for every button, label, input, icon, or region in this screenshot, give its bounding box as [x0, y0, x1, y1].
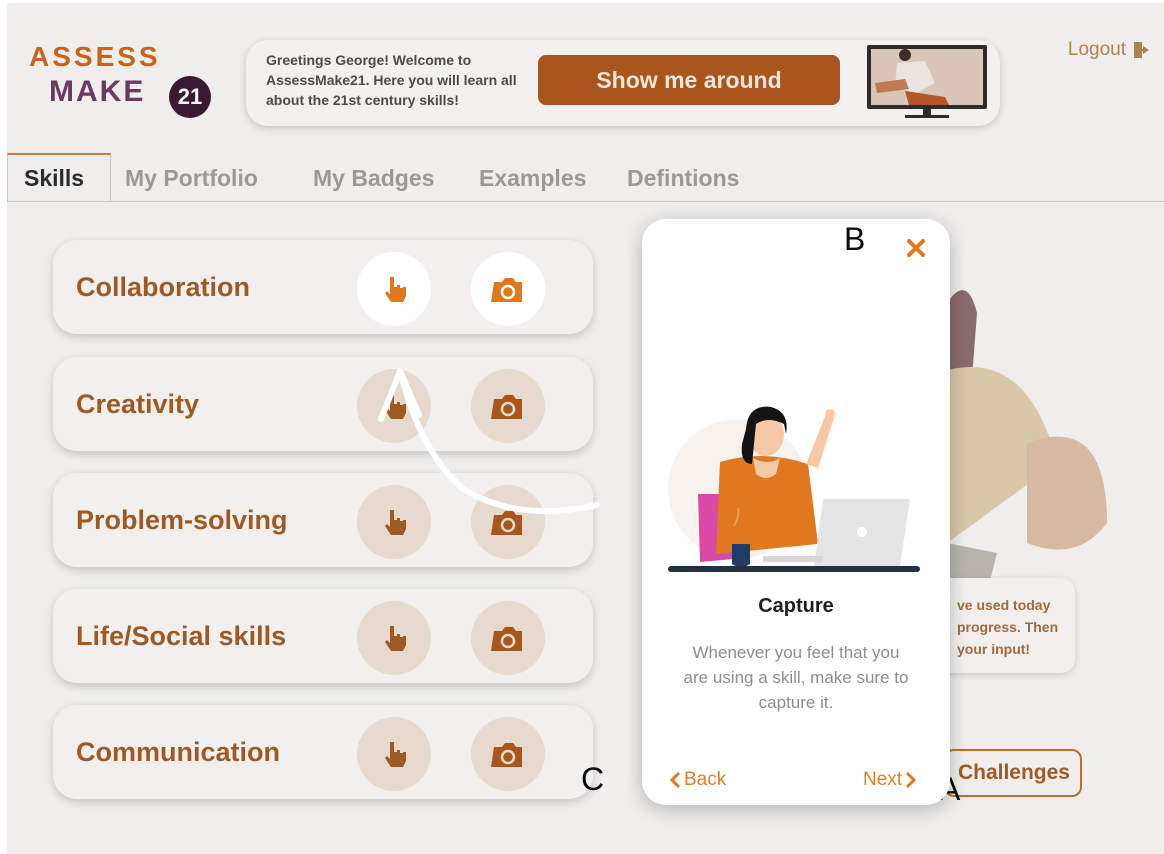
chevron-left-icon	[669, 771, 681, 789]
logo: ASSESS MAKE 21	[29, 41, 219, 121]
tab-definitions[interactable]: Defintions	[627, 165, 739, 192]
annotation-marker-b: B	[844, 221, 866, 257]
tab-examples[interactable]: Examples	[479, 165, 586, 192]
chevron-right-icon	[906, 771, 917, 789]
tab-my-portfolio[interactable]: My Portfolio	[125, 165, 258, 192]
hand-pointer-icon	[385, 742, 406, 767]
tutorial-arrow	[378, 368, 600, 515]
skill-card-collaboration: Collaboration	[53, 240, 593, 334]
skill-label: Communication	[76, 736, 281, 767]
skill-label: Problem-solving	[76, 504, 288, 535]
logo-badge: 21	[169, 76, 211, 118]
tab-my-badges[interactable]: My Badges	[313, 165, 434, 192]
background-info-card: ve used today progress. Then your input!	[933, 578, 1075, 673]
hand-pointer-button[interactable]	[357, 717, 431, 791]
logo-text-assess: ASSESS	[29, 41, 161, 72]
tutorial-modal: B Capture Whenever you feel that you are…	[642, 219, 950, 805]
main-tabs: Skills My Portfolio My Badges Examples D…	[7, 153, 1164, 202]
camera-icon	[491, 278, 522, 302]
skill-label: Life/Social skills	[76, 620, 287, 651]
back-label: Back	[684, 769, 727, 790]
hand-pointer-icon	[385, 277, 406, 302]
camera-button[interactable]	[471, 252, 545, 326]
hand-pointer-button[interactable]	[357, 252, 431, 326]
skill-label: Creativity	[76, 388, 200, 419]
monitor-illustration	[867, 45, 987, 118]
annotation-marker-c: C	[581, 761, 605, 797]
background-info-text: ve used today progress. Then your input!	[957, 597, 1059, 657]
hand-pointer-button[interactable]	[357, 601, 431, 675]
next-button[interactable]: Next	[863, 769, 917, 791]
camera-button[interactable]	[471, 601, 545, 675]
greeting-banner: Greetings George! Welcome to AssessMake2…	[246, 40, 1000, 126]
logout-label: Logout	[1067, 39, 1126, 60]
logout-icon	[1134, 42, 1149, 58]
logo-text-make: MAKE	[49, 75, 146, 108]
challenges-button[interactable]: Challenges	[944, 749, 1082, 797]
camera-icon	[491, 627, 522, 651]
app-frame: ASSESS MAKE 21 Greetings George! Welcome…	[7, 3, 1164, 854]
tab-skills[interactable]: Skills	[7, 153, 112, 201]
camera-icon	[491, 743, 522, 767]
camera-button[interactable]	[471, 717, 545, 791]
skill-card-life-social-skills: Life/Social skills	[53, 589, 593, 683]
modal-title: Capture	[758, 595, 834, 617]
hand-pointer-icon	[385, 626, 406, 651]
show-me-around-button[interactable]: Show me around	[538, 55, 840, 105]
logout-button[interactable]: Logout	[1068, 39, 1152, 61]
modal-body: Whenever you feel that you are using a s…	[683, 643, 909, 712]
capture-illustration	[668, 406, 920, 572]
skill-label: Collaboration	[76, 271, 250, 302]
skill-card-communication: Communication	[53, 705, 593, 799]
back-button[interactable]: Back	[669, 769, 726, 791]
close-icon[interactable]	[904, 236, 928, 260]
next-label: Next	[863, 769, 903, 790]
greeting-text: Greetings George! Welcome to AssessMake2…	[266, 52, 517, 108]
